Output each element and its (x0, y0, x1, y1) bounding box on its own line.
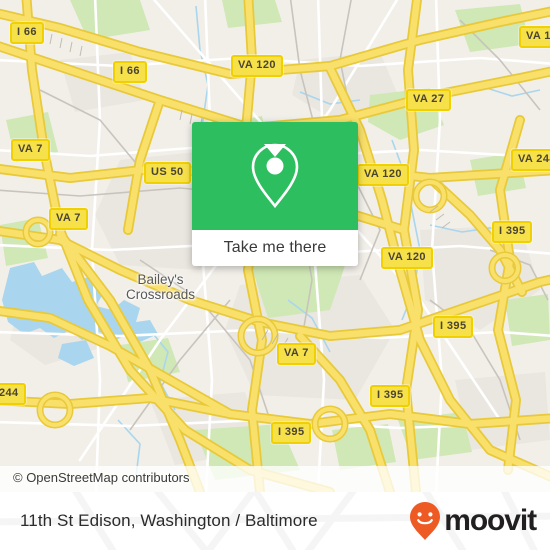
road-shield: VA 27 (406, 89, 452, 111)
footer-location-title: 11th St Edison, Washington / Baltimore (20, 511, 318, 530)
road-shield: VA 120 (357, 164, 409, 186)
road-shield: I 395 (492, 221, 533, 243)
road-shield: VA 7 (49, 208, 88, 230)
road-shield: I 66 (113, 61, 147, 83)
callout-action-bar[interactable]: Take me there (192, 230, 358, 266)
osm-attribution-text[interactable]: © OpenStreetMap contributors (13, 470, 190, 485)
road-shield: VA 7 (277, 343, 316, 365)
moovit-wordmark: moovit (444, 504, 537, 537)
take-me-there-label: Take me there (223, 239, 327, 256)
road-shield: VA 120 (381, 247, 433, 269)
road-shield: I 395 (370, 385, 411, 407)
road-shield: VA 7 (11, 139, 50, 161)
road-shield: VA 120 (231, 55, 283, 77)
map-screenshot: I 66 I 66 VA 120 VA 27 VA 1 VA 7 US 50 VA 120 VA… (0, 0, 550, 550)
callout-tail (264, 144, 286, 157)
road-shield: I 66 (10, 22, 44, 44)
place-label: Bailey's Crossroads (126, 272, 196, 302)
footer-bar: 11th St Edison, Washington / Baltimore m… (0, 492, 550, 550)
road-shield: VA 244 (511, 149, 550, 171)
road-shield: I 395 (433, 316, 474, 338)
road-shield: US 50 (144, 162, 191, 184)
road-shield: 244 (0, 383, 26, 405)
map-attribution-bar: © OpenStreetMap contributors (0, 466, 550, 492)
road-shield: I 395 (271, 422, 312, 444)
moovit-pin-smile-icon (410, 502, 441, 540)
callout-marker-panel (192, 122, 358, 230)
road-shield: VA 1 (519, 26, 550, 48)
moovit-logo[interactable]: moovit (408, 492, 537, 550)
